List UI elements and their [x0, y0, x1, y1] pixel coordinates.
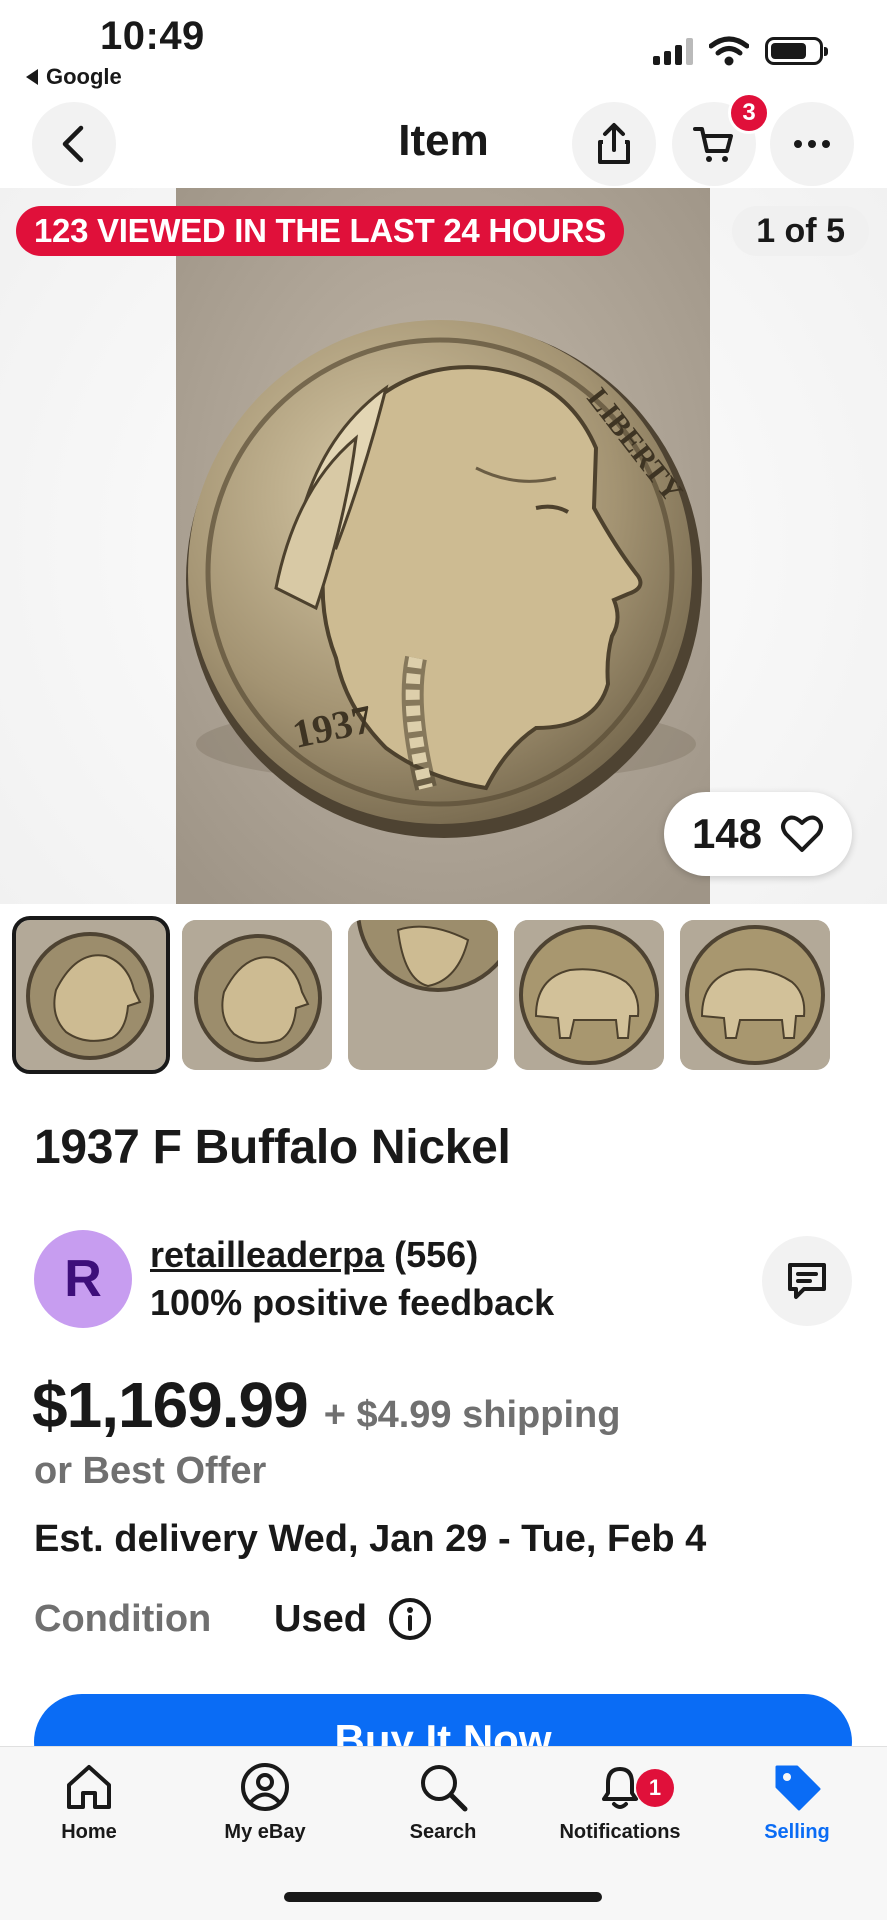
coin-obverse-thumbnail [182, 920, 332, 1070]
seller-avatar[interactable]: R [34, 1230, 132, 1328]
seller-feedback-count: (556) [394, 1234, 479, 1275]
buffalo-nickel-obverse-image: 1937 LIBERTY [176, 188, 710, 904]
status-time: 10:49 [100, 14, 205, 58]
tag-icon [775, 1765, 821, 1811]
heart-icon [781, 815, 824, 852]
seller-feedback-percent: 100% positive feedback [150, 1282, 555, 1323]
tab-label: Search [409, 1821, 477, 1843]
tab-label: My eBay [224, 1821, 306, 1843]
back-to-app-link[interactable]: Google [26, 64, 122, 90]
battery-icon [765, 37, 828, 65]
back-app-label: Google [46, 64, 122, 89]
share-icon [598, 123, 630, 164]
wifi-icon [709, 36, 749, 66]
more-options-button[interactable] [770, 102, 854, 186]
tab-label: Home [61, 1821, 117, 1843]
item-price: $1,169.99 [32, 1369, 309, 1441]
watch-count: 148 [691, 810, 763, 857]
condition-value: Used [274, 1597, 367, 1640]
condition-label: Condition [34, 1597, 212, 1640]
seller-name-link[interactable]: retailleaderpa [150, 1234, 384, 1275]
best-offer-label: or Best Offer [34, 1450, 267, 1492]
tab-home[interactable]: Home [9, 1761, 169, 1844]
message-icon [788, 1263, 826, 1299]
tab-label: Selling [764, 1821, 830, 1843]
thumbnail-5[interactable] [680, 920, 830, 1070]
cart-count-badge: 3 [728, 92, 770, 134]
seller-info: R retailleaderpa (556) 100% positive fee… [34, 1230, 854, 1328]
share-button[interactable] [572, 102, 656, 186]
coin-reverse-thumbnail [680, 920, 830, 1070]
search-icon [421, 1765, 468, 1812]
home-indicator [284, 1892, 602, 1902]
tab-search[interactable]: Search [363, 1761, 523, 1844]
coin-reverse-thumbnail [514, 920, 664, 1070]
thumbnail-strip [12, 916, 830, 1074]
info-icon[interactable] [387, 1596, 433, 1642]
tab-selling[interactable]: Selling [717, 1761, 877, 1844]
notifications-count-badge: 1 [636, 1769, 674, 1807]
profile-icon [241, 1763, 289, 1811]
message-seller-button[interactable] [762, 1236, 852, 1326]
coin-obverse-thumbnail [16, 920, 166, 1070]
thumbnail-4[interactable] [514, 920, 664, 1070]
image-gallery[interactable]: 1937 LIBERTY 123 VIEWED IN THE LAST 24 H… [0, 188, 887, 904]
back-triangle-icon [26, 69, 38, 85]
cart-icon [693, 127, 733, 162]
more-dots-icon [794, 140, 830, 148]
tab-notifications[interactable]: Notifications 1 [540, 1761, 700, 1844]
estimated-delivery: Est. delivery Wed, Jan 29 - Tue, Feb 4 [34, 1518, 707, 1560]
tab-label: Notifications [559, 1821, 681, 1843]
coin-detail-thumbnail [348, 920, 498, 1070]
thumbnail-3[interactable] [348, 920, 498, 1070]
thumbnail-1[interactable] [12, 916, 170, 1074]
status-icons [653, 36, 828, 66]
main-item-image[interactable]: 1937 LIBERTY [176, 188, 710, 904]
condition-row: Condition Used [34, 1596, 433, 1642]
seller-name-line: retailleaderpa (556) [150, 1234, 478, 1276]
home-icon [67, 1765, 111, 1809]
image-counter: 1 of 5 [732, 206, 869, 256]
listing-title: 1937 F Buffalo Nickel [34, 1121, 511, 1174]
shipping-cost: + $4.99 shipping [323, 1394, 621, 1436]
viewed-count-badge: 123 VIEWED IN THE LAST 24 HOURS [16, 206, 624, 256]
tab-my-ebay[interactable]: My eBay [185, 1761, 345, 1844]
price-line: $1,169.99 + $4.99 shipping [32, 1368, 620, 1442]
cellular-signal-icon [653, 37, 693, 65]
watch-button[interactable]: 148 [664, 792, 852, 876]
thumbnail-2[interactable] [182, 920, 332, 1070]
status-bar: 10:49 Google [0, 0, 887, 100]
